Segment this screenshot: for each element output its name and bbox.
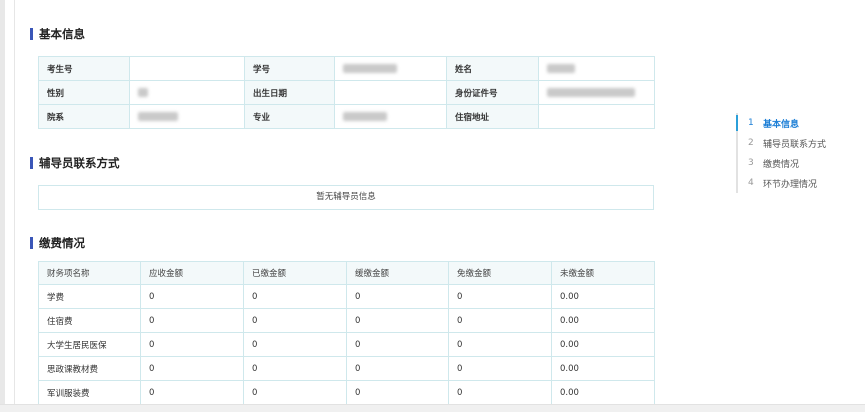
fee-paid: 0 xyxy=(243,308,347,333)
table-row: 院系 专业 住宿地址 xyxy=(38,104,655,129)
fee-receivable: 0 xyxy=(140,380,244,405)
fee-unpaid: 0.00 xyxy=(551,356,655,381)
fee-paid: 0 xyxy=(243,380,347,405)
table-row: 住宿费 0 0 0 0 0.00 xyxy=(38,308,655,333)
column-header: 缓缴金额 xyxy=(346,261,449,285)
anchor-nav-item-counselor[interactable]: 2 辅导员联系方式 xyxy=(738,133,826,153)
fee-item-name: 住宿费 xyxy=(38,308,141,333)
label-name: 姓名 xyxy=(446,56,539,81)
fee-paid: 0 xyxy=(243,284,347,309)
fee-unpaid: 0.00 xyxy=(551,380,655,405)
label-id-number: 身份证件号 xyxy=(446,80,539,105)
fee-paid: 0 xyxy=(243,356,347,381)
fee-exempt: 0 xyxy=(448,332,552,357)
value-exam-number xyxy=(129,56,245,81)
fee-exempt: 0 xyxy=(448,308,552,333)
section-title-basic-info: 基本信息 xyxy=(30,26,85,42)
section-marker xyxy=(30,237,33,249)
anchor-nav-number: 3 xyxy=(748,158,754,168)
redacted-value xyxy=(343,111,387,121)
redacted-value xyxy=(547,63,575,73)
anchor-nav-label: 辅导员联系方式 xyxy=(763,139,827,150)
fee-receivable: 0 xyxy=(140,284,244,309)
fee-exempt: 0 xyxy=(448,380,552,405)
section-title-fees: 缴费情况 xyxy=(30,235,85,251)
label-student-id: 学号 xyxy=(244,56,335,81)
anchor-nav-label: 环节办理情况 xyxy=(763,179,818,190)
fee-deferred: 0 xyxy=(346,308,449,333)
anchor-nav-item-basic-info[interactable]: 1 基本信息 xyxy=(735,113,826,133)
fee-item-name: 军训服装费 xyxy=(38,380,141,405)
label-exam-number: 考生号 xyxy=(38,56,130,81)
section-marker xyxy=(30,28,33,40)
value-student-id xyxy=(334,56,447,81)
section-title-text: 基本信息 xyxy=(39,27,85,41)
anchor-nav: 1 基本信息 2 辅导员联系方式 3 缴费情况 4 环节办理情况 xyxy=(735,113,826,193)
left-scroll-edge xyxy=(0,0,5,412)
redacted-value xyxy=(343,63,397,73)
fee-deferred: 0 xyxy=(346,284,449,309)
value-major xyxy=(334,104,447,129)
label-birth-date: 出生日期 xyxy=(244,80,335,105)
section-title-counselor: 辅导员联系方式 xyxy=(30,155,120,171)
redacted-value xyxy=(138,111,178,121)
horizontal-scrollbar[interactable] xyxy=(0,404,865,412)
counselor-empty-state: 暂无辅导员信息 xyxy=(38,185,654,210)
label-major: 专业 xyxy=(244,104,335,129)
fee-unpaid: 0.00 xyxy=(551,284,655,309)
fee-unpaid: 0.00 xyxy=(551,332,655,357)
table-row: 学费 0 0 0 0 0.00 xyxy=(38,284,655,309)
value-name xyxy=(538,56,655,81)
fee-deferred: 0 xyxy=(346,380,449,405)
redacted-value xyxy=(138,87,148,97)
table-header-row: 财务项名称 应收金额 已缴金额 缓缴金额 免缴金额 未缴金额 xyxy=(38,261,655,285)
fee-deferred: 0 xyxy=(346,332,449,357)
fee-exempt: 0 xyxy=(448,284,552,309)
value-gender xyxy=(129,80,245,105)
label-dorm-address: 住宿地址 xyxy=(446,104,539,129)
left-divider xyxy=(14,0,15,412)
column-header: 已缴金额 xyxy=(243,261,347,285)
fee-deferred: 0 xyxy=(346,356,449,381)
label-gender: 性别 xyxy=(38,80,130,105)
anchor-nav-item-process-status[interactable]: 4 环节办理情况 xyxy=(738,173,826,193)
column-header: 应收金额 xyxy=(140,261,244,285)
table-row: 考生号 学号 姓名 xyxy=(38,56,655,81)
table-row: 性别 出生日期 身份证件号 xyxy=(38,80,655,105)
anchor-nav-number: 4 xyxy=(748,178,754,188)
column-header: 财务项名称 xyxy=(38,261,141,285)
label-department: 院系 xyxy=(38,104,130,129)
section-title-text: 辅导员联系方式 xyxy=(39,156,120,170)
fee-exempt: 0 xyxy=(448,356,552,381)
value-department xyxy=(129,104,245,129)
basic-info-table: 考生号 学号 姓名 性别 出生日期 身份证件号 院系 专业 住宿地址 xyxy=(38,56,655,129)
table-row: 大学生居民医保 0 0 0 0 0.00 xyxy=(38,332,655,357)
fee-item-name: 大学生居民医保 xyxy=(38,332,141,357)
section-marker xyxy=(30,157,33,169)
anchor-nav-label: 缴费情况 xyxy=(763,159,800,170)
fee-paid: 0 xyxy=(243,332,347,357)
value-birth-date xyxy=(334,80,447,105)
anchor-nav-number: 2 xyxy=(748,138,754,148)
value-dorm-address xyxy=(538,104,655,129)
fee-table: 财务项名称 应收金额 已缴金额 缓缴金额 免缴金额 未缴金额 学费 0 0 0 … xyxy=(38,261,655,405)
fee-receivable: 0 xyxy=(140,332,244,357)
fee-unpaid: 0.00 xyxy=(551,308,655,333)
anchor-nav-number: 1 xyxy=(748,118,754,128)
anchor-nav-label: 基本信息 xyxy=(763,119,800,130)
section-title-text: 缴费情况 xyxy=(39,236,85,250)
column-header: 免缴金额 xyxy=(448,261,552,285)
fee-item-name: 思政课教材费 xyxy=(38,356,141,381)
column-header: 未缴金额 xyxy=(551,261,655,285)
anchor-nav-item-fees[interactable]: 3 缴费情况 xyxy=(738,153,826,173)
redacted-value xyxy=(547,87,635,97)
fee-receivable: 0 xyxy=(140,308,244,333)
fee-receivable: 0 xyxy=(140,356,244,381)
table-row: 军训服装费 0 0 0 0 0.00 xyxy=(38,380,655,405)
value-id-number xyxy=(538,80,655,105)
table-row: 思政课教材费 0 0 0 0 0.00 xyxy=(38,356,655,381)
fee-item-name: 学费 xyxy=(38,284,141,309)
